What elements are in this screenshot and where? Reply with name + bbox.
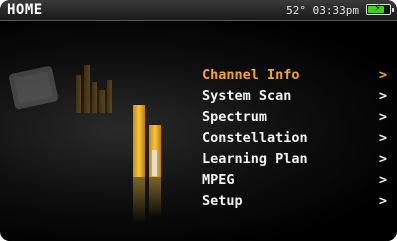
chevron-right-icon: >: [378, 109, 387, 125]
menu-item-label: Spectrum: [202, 109, 268, 125]
menu-item-label: Channel Info: [202, 67, 300, 83]
menu-item-channel-info[interactable]: Channel Info >: [202, 65, 387, 86]
chevron-right-icon: >: [378, 88, 387, 104]
charging-bolt-icon: ⚡: [374, 3, 382, 14]
menu-item-system-scan[interactable]: System Scan >: [202, 86, 387, 107]
menu-item-label: Setup: [202, 193, 243, 209]
page-title: HOME: [7, 2, 43, 18]
menu-item-learning-plan[interactable]: Learning Plan >: [202, 149, 387, 170]
menu-item-label: Constellation: [202, 130, 308, 146]
device-screen: HOME 52° 03:33pm ⚡ Channel Info > System S…: [0, 0, 397, 241]
menu-item-spectrum[interactable]: Spectrum >: [202, 107, 387, 128]
menu-item-setup[interactable]: Setup >: [202, 191, 387, 212]
title-bar: HOME 52° 03:33pm ⚡: [0, 0, 397, 21]
bar-reflections: [133, 177, 161, 222]
bright-bars: [133, 105, 161, 177]
tilted-card-shape: [9, 66, 59, 110]
dim-bars: [76, 65, 112, 113]
menu-item-constellation[interactable]: Constellation >: [202, 128, 387, 149]
battery-icon: ⚡: [366, 3, 394, 15]
main-menu: Channel Info > System Scan > Spectrum > Conste…: [202, 65, 387, 212]
chevron-right-icon: >: [378, 172, 387, 188]
menu-item-label: MPEG: [202, 172, 235, 188]
status-text: 52° 03:33pm: [286, 4, 359, 17]
chevron-right-icon: >: [378, 193, 387, 209]
chevron-right-icon: >: [378, 130, 387, 146]
menu-item-mpeg[interactable]: MPEG >: [202, 170, 387, 191]
chevron-right-icon: >: [378, 67, 387, 83]
chevron-right-icon: >: [378, 151, 387, 167]
menu-item-label: Learning Plan: [202, 151, 308, 167]
menu-item-label: System Scan: [202, 88, 292, 104]
